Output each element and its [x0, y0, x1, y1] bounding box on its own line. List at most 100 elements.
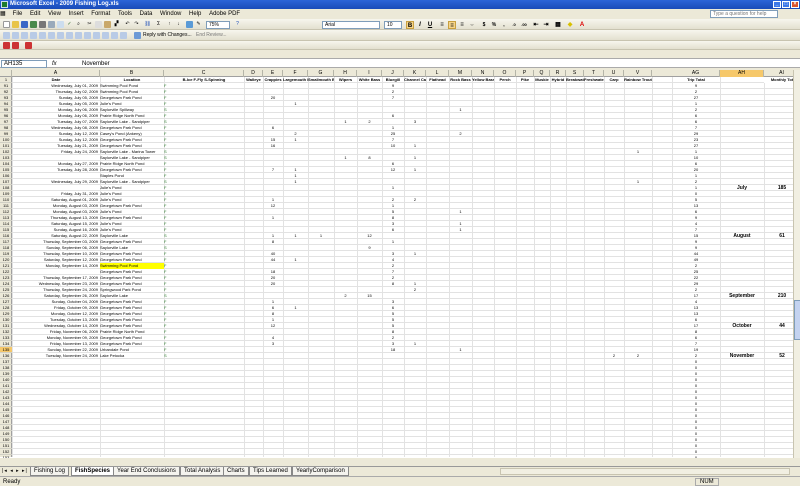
review-icon-6[interactable]: [48, 32, 55, 39]
menu-format[interactable]: Format: [88, 9, 113, 19]
font-select[interactable]: Arial: [322, 21, 380, 29]
menu-view[interactable]: View: [45, 9, 64, 19]
review-icon-8[interactable]: [66, 32, 73, 39]
column-header-n[interactable]: N: [472, 70, 494, 77]
tab-total-analysis[interactable]: Total Analysis: [180, 467, 225, 476]
column-header-u[interactable]: U: [604, 70, 624, 77]
column-header-v[interactable]: V: [624, 70, 652, 77]
column-header-b[interactable]: B: [100, 70, 164, 77]
underline-button[interactable]: U: [426, 21, 434, 29]
column-header-d[interactable]: D: [244, 70, 263, 77]
font-color-icon[interactable]: A: [578, 21, 586, 29]
tab-fishing-log[interactable]: Fishing Log: [30, 467, 70, 476]
tab-tips-learned[interactable]: Tips Learned: [249, 467, 292, 476]
fx-icon[interactable]: fx: [52, 59, 57, 69]
align-right-icon[interactable]: ≡: [458, 21, 466, 29]
menu-window[interactable]: Window: [157, 9, 184, 19]
column-header-f[interactable]: F: [283, 70, 308, 77]
review-icon-12[interactable]: [102, 32, 109, 39]
bold-button[interactable]: B: [406, 21, 414, 29]
review-icon-3[interactable]: [21, 32, 28, 39]
italic-button[interactable]: I: [416, 21, 424, 29]
column-header-c[interactable]: C: [164, 70, 244, 77]
column-header-s[interactable]: S: [566, 70, 584, 77]
formula-input[interactable]: November: [82, 59, 110, 69]
maximize-button[interactable]: □: [782, 1, 790, 8]
review-icon-2[interactable]: [12, 32, 19, 39]
tab-yearly-comparison[interactable]: YearlyComparison: [292, 467, 349, 476]
sort-descending-icon[interactable]: ↓: [175, 21, 182, 28]
help-icon[interactable]: ?: [234, 21, 241, 28]
fill-color-icon[interactable]: ◆: [566, 21, 574, 29]
merge-center-icon[interactable]: ⇔: [468, 21, 476, 29]
column-header-h[interactable]: H: [334, 70, 357, 77]
research-icon[interactable]: ⌕: [75, 21, 82, 28]
format-painter-icon[interactable]: ▞: [113, 21, 120, 28]
cell-ag[interactable]: 0: [672, 455, 720, 458]
hyperlink-icon[interactable]: ⛓: [144, 21, 151, 28]
cut-icon[interactable]: ✂: [86, 21, 93, 28]
autosum-icon[interactable]: Σ: [155, 21, 162, 28]
review-icon-9[interactable]: [75, 32, 82, 39]
review-icon-1[interactable]: [3, 32, 10, 39]
pdf-email-icon[interactable]: [12, 42, 19, 49]
column-header-g[interactable]: G: [308, 70, 334, 77]
chart-wizard-icon[interactable]: [186, 21, 193, 28]
print-preview-icon[interactable]: [57, 21, 64, 28]
menu-data[interactable]: Data: [137, 9, 156, 19]
save-icon[interactable]: [21, 21, 28, 28]
column-header-l[interactable]: L: [426, 70, 449, 77]
drawing-icon[interactable]: ✎: [195, 21, 202, 28]
column-header-t[interactable]: T: [584, 70, 604, 77]
row-header[interactable]: 153: [0, 455, 12, 458]
menu-adobe-pdf[interactable]: Adobe PDF: [206, 9, 243, 19]
column-header-o[interactable]: O: [494, 70, 516, 77]
increase-indent-icon[interactable]: ⇥: [542, 21, 550, 29]
review-icon-5[interactable]: [39, 32, 46, 39]
print-icon[interactable]: [48, 21, 55, 28]
column-header-i[interactable]: I: [357, 70, 382, 77]
font-size-select[interactable]: 10: [384, 21, 402, 29]
decrease-decimal-icon[interactable]: .00: [520, 21, 528, 29]
new-icon[interactable]: [3, 21, 10, 28]
column-header-k[interactable]: K: [404, 70, 426, 77]
borders-icon[interactable]: ▦: [554, 21, 562, 29]
undo-icon[interactable]: ↶: [124, 21, 131, 28]
currency-icon[interactable]: $: [480, 21, 488, 29]
column-header-m[interactable]: M: [449, 70, 472, 77]
percent-icon[interactable]: %: [490, 21, 498, 29]
open-icon[interactable]: [12, 21, 19, 28]
review-icon-7[interactable]: [57, 32, 64, 39]
select-all-corner[interactable]: [0, 70, 12, 77]
column-header-ag[interactable]: AG: [672, 70, 720, 77]
menu-help[interactable]: Help: [186, 9, 204, 19]
decrease-indent-icon[interactable]: ⇤: [532, 21, 540, 29]
tab-fishspecies[interactable]: FishSpecies: [71, 467, 115, 476]
reply-icon[interactable]: [134, 32, 141, 39]
reply-with-changes-button[interactable]: Reply with Changes...: [143, 30, 192, 41]
column-header-q[interactable]: Q: [534, 70, 550, 77]
column-header-r[interactable]: R: [550, 70, 566, 77]
increase-decimal-icon[interactable]: .0: [510, 21, 518, 29]
pdf-review-icon[interactable]: [25, 42, 32, 49]
menu-edit[interactable]: Edit: [27, 9, 43, 19]
paste-icon[interactable]: [104, 21, 111, 28]
column-header-e[interactable]: E: [263, 70, 283, 77]
email-icon[interactable]: [39, 21, 46, 28]
horizontal-scrollbar[interactable]: [500, 468, 790, 475]
column-header-p[interactable]: P: [516, 70, 534, 77]
tab-scroll-arrows[interactable]: |◂ ◂ ▸ ▸|: [2, 468, 28, 474]
spelling-icon[interactable]: ✓: [66, 21, 73, 28]
cell-area[interactable]: Date Location B-Ice F-Fly S-Spinning Walley…: [12, 77, 800, 458]
align-center-icon[interactable]: ≡: [448, 21, 456, 29]
tab-charts[interactable]: Charts: [223, 467, 249, 476]
worksheet-grid[interactable]: A B C D E F G H I J K L M N O P Q R S T U V AG AH AI 1 91 92 93 94 95…: [0, 70, 800, 458]
vertical-scroll-thumb[interactable]: [794, 300, 800, 340]
doc-icon[interactable]: ▦: [0, 9, 8, 19]
permission-icon[interactable]: [30, 21, 37, 28]
minimize-button[interactable]: _: [773, 1, 781, 8]
menu-tools[interactable]: Tools: [115, 9, 135, 19]
copy-icon[interactable]: [95, 21, 102, 28]
close-button[interactable]: ×: [791, 1, 799, 8]
name-box[interactable]: AH135: [1, 60, 47, 68]
